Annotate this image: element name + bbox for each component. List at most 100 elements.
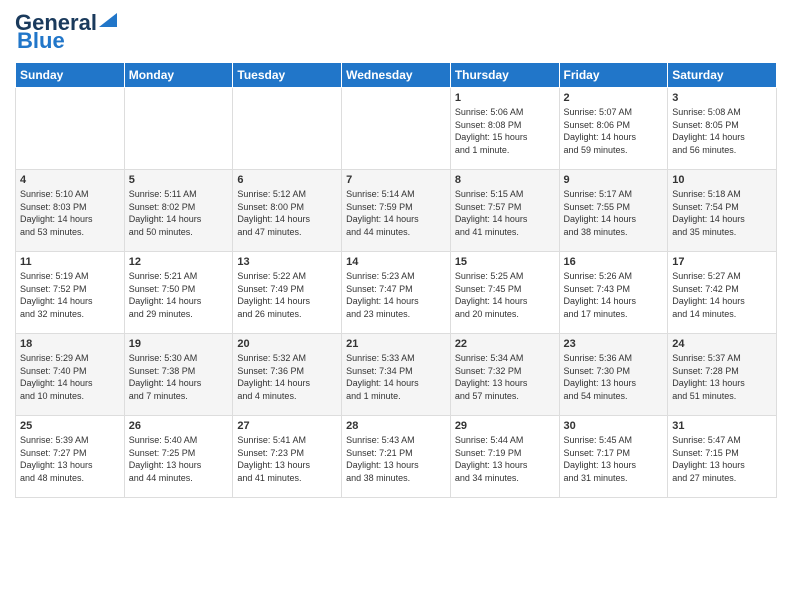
day-number: 16 — [564, 256, 664, 268]
header: General Blue — [15, 10, 777, 54]
day-number: 24 — [672, 338, 772, 350]
day-cell: 25 Sunrise: 5:39 AMSunset: 7:27 PMDayligh… — [16, 416, 125, 498]
day-number: 20 — [237, 338, 337, 350]
header-cell-wednesday: Wednesday — [342, 63, 451, 88]
day-info: Sunrise: 5:29 AMSunset: 7:40 PMDaylight:… — [20, 352, 120, 402]
day-cell: 31Sunrise: 5:47 AMSunset: 7:15 PMDayligh… — [668, 416, 777, 498]
day-number: 14 — [346, 256, 446, 268]
logo: General Blue — [15, 10, 117, 54]
day-cell: 6Sunrise: 5:12 AMSunset: 8:00 PMDaylight… — [233, 170, 342, 252]
day-number: 23 — [564, 338, 664, 350]
day-cell: 14 Sunrise: 5:23 AMSunset: 7:47 PMDayligh… — [342, 252, 451, 334]
day-cell — [16, 88, 125, 170]
day-number: 8 — [455, 174, 555, 186]
day-cell: 23 Sunrise: 5:36 AMSunset: 7:30 PMDayligh… — [559, 334, 668, 416]
day-cell: 12Sunrise: 5:21 AMSunset: 7:50 PMDayligh… — [124, 252, 233, 334]
week-row-2: 4 Sunrise: 5:10 AMSunset: 8:03 PMDaylight… — [16, 170, 777, 252]
day-number: 31 — [672, 420, 772, 432]
day-info: Sunrise: 5:41 AMSunset: 7:23 PMDaylight:… — [237, 434, 337, 484]
day-cell: 13 Sunrise: 5:22 AMSunset: 7:49 PMDayligh… — [233, 252, 342, 334]
header-cell-tuesday: Tuesday — [233, 63, 342, 88]
header-cell-sunday: Sunday — [16, 63, 125, 88]
day-info: Sunrise: 5:12 AMSunset: 8:00 PMDaylight:… — [237, 188, 337, 238]
day-cell: 21 Sunrise: 5:33 AMSunset: 7:34 PMDayligh… — [342, 334, 451, 416]
day-info: Sunrise: 5:14 AMSunset: 7:59 PMDaylight:… — [346, 188, 446, 238]
week-row-3: 11 Sunrise: 5:19 AMSunset: 7:52 PMDayligh… — [16, 252, 777, 334]
day-cell: 9 Sunrise: 5:17 AMSunset: 7:55 PMDaylight… — [559, 170, 668, 252]
day-number: 26 — [129, 420, 229, 432]
day-cell: 20Sunrise: 5:32 AMSunset: 7:36 PMDayligh… — [233, 334, 342, 416]
day-info: Sunrise: 5:25 AMSunset: 7:45 PMDaylight:… — [455, 270, 555, 320]
day-number: 21 — [346, 338, 446, 350]
day-info: Sunrise: 5:36 AMSunset: 7:30 PMDaylight:… — [564, 352, 664, 402]
day-cell: 15 Sunrise: 5:25 AMSunset: 7:45 PMDayligh… — [450, 252, 559, 334]
day-cell: 26Sunrise: 5:40 AMSunset: 7:25 PMDayligh… — [124, 416, 233, 498]
day-info: Sunrise: 5:11 AMSunset: 8:02 PMDaylight:… — [129, 188, 229, 238]
week-row-4: 18Sunrise: 5:29 AMSunset: 7:40 PMDayligh… — [16, 334, 777, 416]
day-number: 5 — [129, 174, 229, 186]
header-cell-monday: Monday — [124, 63, 233, 88]
page-container: General Blue SundayMondayTuesdayWednesda… — [0, 0, 792, 508]
day-number: 3 — [672, 92, 772, 104]
week-row-1: 1Sunrise: 5:06 AMSunset: 8:08 PMDaylight… — [16, 88, 777, 170]
day-info: Sunrise: 5:43 AMSunset: 7:21 PMDaylight:… — [346, 434, 446, 484]
day-cell: 16Sunrise: 5:26 AMSunset: 7:43 PMDayligh… — [559, 252, 668, 334]
calendar-table: SundayMondayTuesdayWednesdayThursdayFrid… — [15, 62, 777, 498]
week-row-5: 25 Sunrise: 5:39 AMSunset: 7:27 PMDayligh… — [16, 416, 777, 498]
day-cell: 4 Sunrise: 5:10 AMSunset: 8:03 PMDaylight… — [16, 170, 125, 252]
day-info: Sunrise: 5:18 AMSunset: 7:54 PMDaylight:… — [672, 188, 772, 238]
day-number: 30 — [564, 420, 664, 432]
day-number: 29 — [455, 420, 555, 432]
day-number: 9 — [564, 174, 664, 186]
day-info: Sunrise: 5:34 AMSunset: 7:32 PMDaylight:… — [455, 352, 555, 402]
day-info: Sunrise: 5:17 AMSunset: 7:55 PMDaylight:… — [564, 188, 664, 238]
day-cell: 29 Sunrise: 5:44 AMSunset: 7:19 PMDayligh… — [450, 416, 559, 498]
day-info: Sunrise: 5:44 AMSunset: 7:19 PMDaylight:… — [455, 434, 555, 484]
day-number: 19 — [129, 338, 229, 350]
day-info: Sunrise: 5:21 AMSunset: 7:50 PMDaylight:… — [129, 270, 229, 320]
day-cell: 7 Sunrise: 5:14 AMSunset: 7:59 PMDaylight… — [342, 170, 451, 252]
day-number: 25 — [20, 420, 120, 432]
header-cell-thursday: Thursday — [450, 63, 559, 88]
day-cell: 1Sunrise: 5:06 AMSunset: 8:08 PMDaylight… — [450, 88, 559, 170]
day-info: Sunrise: 5:45 AMSunset: 7:17 PMDaylight:… — [564, 434, 664, 484]
day-cell: 2Sunrise: 5:07 AMSunset: 8:06 PMDaylight… — [559, 88, 668, 170]
logo-icon — [99, 13, 117, 27]
day-number: 27 — [237, 420, 337, 432]
day-number: 17 — [672, 256, 772, 268]
day-cell — [233, 88, 342, 170]
day-cell: 22 Sunrise: 5:34 AMSunset: 7:32 PMDayligh… — [450, 334, 559, 416]
header-cell-friday: Friday — [559, 63, 668, 88]
day-number: 4 — [20, 174, 120, 186]
day-info: Sunrise: 5:19 AMSunset: 7:52 PMDaylight:… — [20, 270, 120, 320]
calendar-header: SundayMondayTuesdayWednesdayThursdayFrid… — [16, 63, 777, 88]
day-number: 10 — [672, 174, 772, 186]
day-cell: 8 Sunrise: 5:15 AMSunset: 7:57 PMDaylight… — [450, 170, 559, 252]
day-number: 7 — [346, 174, 446, 186]
day-number: 11 — [20, 256, 120, 268]
day-cell: 18Sunrise: 5:29 AMSunset: 7:40 PMDayligh… — [16, 334, 125, 416]
day-number: 13 — [237, 256, 337, 268]
day-info: Sunrise: 5:37 AMSunset: 7:28 PMDaylight:… — [672, 352, 772, 402]
calendar-body: 1Sunrise: 5:06 AMSunset: 8:08 PMDaylight… — [16, 88, 777, 498]
day-info: Sunrise: 5:23 AMSunset: 7:47 PMDaylight:… — [346, 270, 446, 320]
day-info: Sunrise: 5:30 AMSunset: 7:38 PMDaylight:… — [129, 352, 229, 402]
day-number: 15 — [455, 256, 555, 268]
day-info: Sunrise: 5:22 AMSunset: 7:49 PMDaylight:… — [237, 270, 337, 320]
day-cell: 24 Sunrise: 5:37 AMSunset: 7:28 PMDayligh… — [668, 334, 777, 416]
day-cell: 19 Sunrise: 5:30 AMSunset: 7:38 PMDayligh… — [124, 334, 233, 416]
day-cell: 10 Sunrise: 5:18 AMSunset: 7:54 PMDayligh… — [668, 170, 777, 252]
day-number: 28 — [346, 420, 446, 432]
day-cell — [342, 88, 451, 170]
day-info: Sunrise: 5:33 AMSunset: 7:34 PMDaylight:… — [346, 352, 446, 402]
day-info: Sunrise: 5:10 AMSunset: 8:03 PMDaylight:… — [20, 188, 120, 238]
day-info: Sunrise: 5:39 AMSunset: 7:27 PMDaylight:… — [20, 434, 120, 484]
header-cell-saturday: Saturday — [668, 63, 777, 88]
day-info: Sunrise: 5:06 AMSunset: 8:08 PMDaylight:… — [455, 106, 555, 156]
day-info: Sunrise: 5:08 AMSunset: 8:05 PMDaylight:… — [672, 106, 772, 156]
day-number: 22 — [455, 338, 555, 350]
logo-blue: Blue — [17, 28, 65, 54]
day-info: Sunrise: 5:15 AMSunset: 7:57 PMDaylight:… — [455, 188, 555, 238]
day-number: 2 — [564, 92, 664, 104]
day-cell: 30 Sunrise: 5:45 AMSunset: 7:17 PMDayligh… — [559, 416, 668, 498]
